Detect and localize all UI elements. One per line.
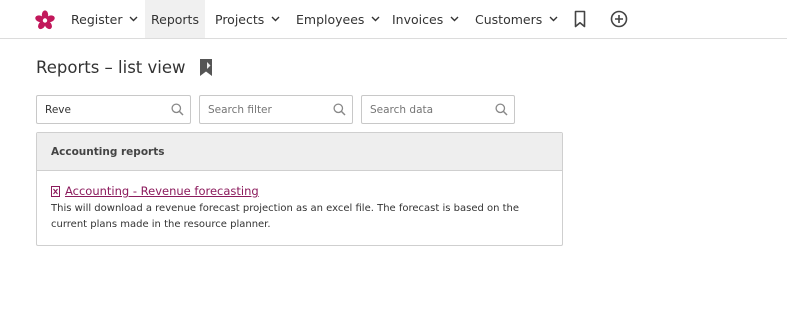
add-circle-icon[interactable]	[609, 9, 629, 29]
chevron-down-icon	[450, 16, 459, 22]
chevron-down-icon	[371, 16, 380, 22]
chevron-down-icon	[549, 16, 558, 22]
bookmark-filled-icon[interactable]	[198, 58, 214, 77]
chevron-down-icon	[271, 16, 280, 22]
chevron-down-icon	[129, 16, 138, 22]
report-item: Accounting - Revenue forecasting	[51, 184, 259, 198]
nav-register-label: Register	[71, 11, 123, 27]
nav-projects-label: Projects	[215, 11, 265, 27]
search-icon	[495, 103, 508, 116]
search-icon	[171, 103, 184, 116]
nav-invoices-label: Invoices	[392, 11, 444, 27]
search-query-input[interactable]	[45, 96, 165, 123]
nav-employees[interactable]: Employees	[296, 0, 380, 38]
report-link[interactable]: Accounting - Revenue forecasting	[65, 184, 259, 198]
nav-register[interactable]: Register	[71, 0, 138, 38]
nav-employees-label: Employees	[296, 11, 365, 27]
page-title: Reports – list view	[36, 57, 186, 77]
nav-reports-label: Reports	[151, 11, 199, 27]
top-navigation-bar: Register Reports Projects Employees Invo…	[0, 0, 787, 39]
panel-heading-label: Accounting reports	[51, 145, 165, 158]
nav-customers-label: Customers	[475, 11, 543, 27]
panel-heading: Accounting reports	[37, 133, 562, 171]
nav-customers[interactable]: Customers	[475, 0, 558, 38]
report-description: This will download a revenue forecast pr…	[51, 203, 520, 230]
nav-projects[interactable]: Projects	[215, 0, 280, 38]
excel-file-icon	[51, 185, 60, 197]
nav-invoices[interactable]: Invoices	[392, 0, 459, 38]
logo-flower-icon[interactable]	[35, 10, 55, 30]
search-data-field[interactable]	[361, 95, 515, 124]
search-query-field[interactable]	[36, 95, 191, 124]
search-filter-field[interactable]	[199, 95, 353, 124]
search-filter-input[interactable]	[208, 96, 328, 123]
nav-reports[interactable]: Reports	[145, 0, 205, 38]
bookmark-icon[interactable]	[570, 9, 590, 29]
search-icon	[333, 103, 346, 116]
page-header: Reports – list view	[36, 56, 214, 78]
accounting-reports-panel: Accounting reports Accounting - Revenue …	[36, 132, 563, 246]
search-data-input[interactable]	[370, 96, 490, 123]
